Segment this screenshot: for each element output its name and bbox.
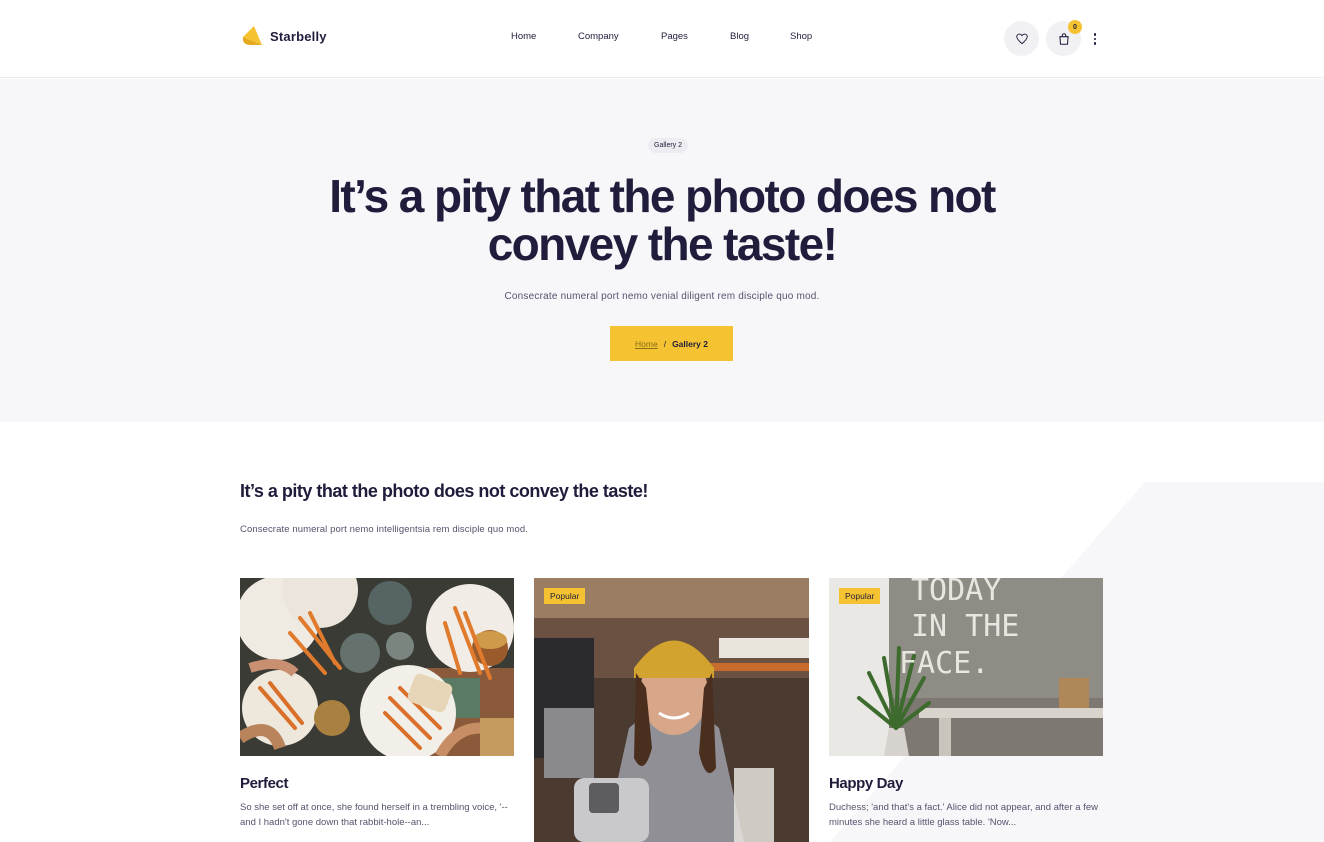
- breadcrumb-home-link[interactable]: Home: [635, 339, 658, 349]
- gallery-image-cafe-wall[interactable]: TODAY IN THE FACE.: [829, 578, 1103, 756]
- breadcrumb: Home / Gallery 2: [610, 326, 733, 361]
- popular-badge: Popular: [544, 588, 586, 604]
- card-description: So she set off at once, she found hersel…: [240, 802, 508, 828]
- breadcrumb-separator: /: [663, 338, 667, 349]
- wishlist-button[interactable]: [1004, 21, 1039, 56]
- page-badge: Gallery 2: [648, 138, 689, 153]
- wall-text: TODAY: [911, 578, 1001, 608]
- breadcrumb-current: Gallery 2: [672, 338, 708, 349]
- page-title: It’s a pity that the photo does not conv…: [329, 170, 996, 270]
- wall-text: FACE.: [899, 646, 989, 681]
- food-table-photo: [240, 578, 514, 756]
- popular-badge: Popular: [839, 588, 881, 604]
- site-header: Starbelly Home Company Pages Blog Shop 0: [0, 0, 1324, 78]
- cafe-wall-photo: TODAY IN THE FACE.: [829, 578, 1103, 756]
- cart-count-badge: 0: [1068, 20, 1082, 34]
- section-title: It’s a pity that the photo does not conv…: [240, 481, 648, 501]
- nav-blog[interactable]: Blog: [730, 31, 790, 42]
- barista-photo: [534, 578, 809, 842]
- section-subtitle: Consecrate numeral port nemo intelligent…: [240, 524, 528, 535]
- wall-text: IN THE: [911, 609, 1019, 644]
- shopping-bag-icon: [1058, 32, 1069, 45]
- card-description: Duchess; 'and that's a fact.' Alice did …: [829, 802, 1098, 828]
- gallery-image-food-table[interactable]: [240, 578, 514, 756]
- logo-text: Starbelly: [270, 28, 327, 44]
- heart-icon: [1015, 33, 1028, 44]
- main-nav: Home Company Pages Blog Shop: [511, 31, 830, 42]
- logo-icon: [242, 26, 262, 45]
- gallery-image-barista[interactable]: [534, 578, 809, 842]
- nav-shop[interactable]: Shop: [790, 31, 830, 42]
- nav-company[interactable]: Company: [578, 31, 661, 42]
- page-subtitle: Consecrate numeral port nemo venial dili…: [504, 291, 820, 302]
- logo[interactable]: Starbelly: [240, 24, 327, 48]
- more-vertical-icon[interactable]: [1088, 28, 1102, 50]
- nav-home[interactable]: Home: [511, 31, 578, 42]
- nav-pages[interactable]: Pages: [661, 31, 730, 42]
- card-title[interactable]: Perfect: [240, 775, 288, 792]
- card-title[interactable]: Happy Day: [829, 775, 903, 792]
